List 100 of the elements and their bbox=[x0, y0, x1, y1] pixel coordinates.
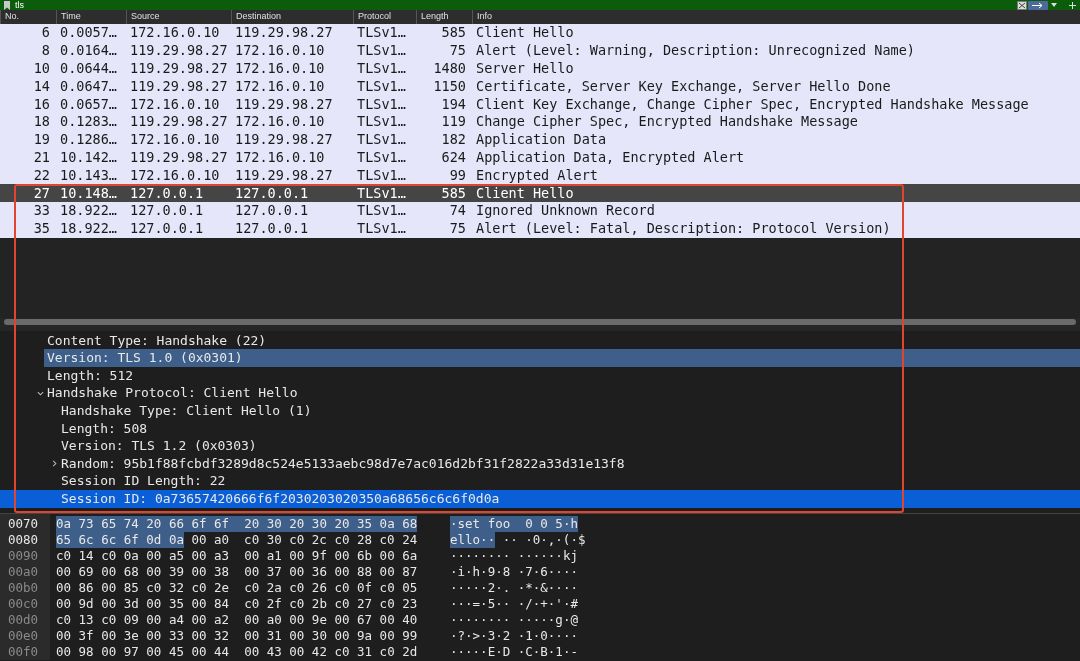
detail-tree-item[interactable]: Handshake Protocol: Client Hello bbox=[0, 384, 1080, 402]
table-cell-text: 18 bbox=[32, 113, 51, 131]
field-text: Handshake Protocol: Client Hello bbox=[47, 384, 298, 403]
detail-tree-item[interactable]: Handshake Type: Client Hello (1) bbox=[0, 401, 1080, 420]
table-cell-text: Application Data, Encrypted Alert bbox=[475, 148, 746, 166]
table-cell-text: 172.16.0.10 bbox=[129, 131, 221, 149]
table-cell-text: 10.142… bbox=[59, 148, 118, 166]
table-cell-text: 119.29.98.27 bbox=[234, 166, 334, 184]
table-cell-text: 585 bbox=[440, 24, 467, 42]
hex-bytes: 00 a0 c0 30 c0 2c c0 28 c0 24 bbox=[191, 531, 418, 548]
byte-offset: 00f0 bbox=[8, 643, 40, 660]
detail-tree-item[interactable]: Random: 95b1f88fcbdf3289d8c524e5133aebc98d7e7ac016d2bf31f2822a33d31e13f8 bbox=[0, 454, 1080, 473]
byte-offset: 00a0 bbox=[8, 563, 40, 580]
ascii-bytes: ·····E·D ·C·B·1·- bbox=[450, 643, 578, 660]
table-cell-text: 172.16.0.10 bbox=[129, 166, 221, 184]
table-cell-text: 8 bbox=[40, 42, 51, 60]
table-cell-text: Encrypted Alert bbox=[475, 166, 599, 184]
table-cell-text: 1480 bbox=[432, 60, 467, 77]
table-cell-text: 127.0.0.1 bbox=[234, 220, 310, 238]
table-cell-text: 10.143… bbox=[59, 166, 118, 184]
table-cell-text: 624 bbox=[440, 148, 467, 166]
table-cell-text: 74 bbox=[448, 202, 467, 220]
column-header[interactable]: Source bbox=[126, 10, 231, 24]
table-cell-text: 21 bbox=[32, 148, 51, 166]
table-cell-text: 18.922… bbox=[59, 202, 118, 220]
display-filter-field[interactable]: tls bbox=[0, 0, 1080, 10]
table-cell-text: 119.29.98.27 bbox=[129, 77, 229, 95]
table-cell-text: 0.0057… bbox=[59, 24, 118, 42]
table-cell-text: Alert (Level: Fatal, Description: Protocol Version) bbox=[475, 220, 892, 238]
detail-tree-item[interactable]: Content Type: Handshake (22) bbox=[0, 331, 1080, 350]
byte-offset: 00c0 bbox=[8, 595, 40, 612]
column-header[interactable]: Time bbox=[56, 10, 126, 24]
table-cell-text: 19 bbox=[32, 131, 51, 149]
packet-row[interactable]: 27 10.148… 127.0.0.1 127.0.0.1 TLSv1… 585 Client Hello bbox=[0, 184, 1080, 202]
byte-offset: 0080 bbox=[8, 531, 40, 548]
hex-bytes: c0 14 c0 0a 00 a5 00 a3 00 a1 00 9f 00 6b 00 6a bbox=[56, 547, 418, 564]
ascii-bytes: ·· ·0·,·(·$ bbox=[502, 531, 586, 548]
detail-tree-item[interactable]: Length: 512 bbox=[0, 366, 1080, 385]
detail-tree-item[interactable]: Version: TLS 1.0 (0x0301) bbox=[44, 349, 1080, 367]
table-cell-text: 119.29.98.27 bbox=[129, 42, 229, 60]
scrollbar[interactable] bbox=[4, 318, 1076, 325]
field-text: Version: TLS 1.2 (0x0303) bbox=[61, 437, 257, 456]
table-cell-text: Ignored Unknown Record bbox=[475, 202, 656, 220]
collapsed-caret-icon[interactable] bbox=[50, 460, 58, 467]
table-cell-text: 127.0.0.1 bbox=[234, 202, 310, 220]
table-cell-text: TLSv1… bbox=[356, 42, 407, 60]
detail-tree-item[interactable]: Session ID Length: 22 bbox=[0, 472, 1080, 490]
table-cell-text: TLSv1… bbox=[356, 220, 407, 238]
detail-tree-item[interactable]: Session ID: 0a73657420666f6f2030203020350a68656c6c6f0d0a bbox=[0, 489, 1080, 508]
add-icon[interactable] bbox=[1069, 1, 1076, 9]
clear-icon[interactable] bbox=[1017, 0, 1027, 10]
table-cell-text: 194 bbox=[440, 95, 467, 113]
table-cell-text: 10.148… bbox=[59, 184, 118, 202]
ascii-bytes: ········ ······kj bbox=[450, 547, 578, 564]
column-header[interactable]: Length bbox=[416, 10, 472, 24]
table-cell-text: 75 bbox=[448, 42, 467, 60]
table-cell-text: 172.16.0.10 bbox=[234, 113, 326, 131]
selected-hex-bytes: 0a 73 65 74 20 66 6f 6f 20 30 20 30 20 35 0a 68 bbox=[56, 515, 418, 532]
field-text: Session ID: 0a73657420666f6f2030203020350a68656c6c6f0d0a bbox=[61, 489, 500, 508]
byte-offset: 0090 bbox=[8, 547, 40, 564]
field-text: Session ID Length: 22 bbox=[61, 472, 226, 491]
detail-tree-item[interactable]: Length: 508 bbox=[0, 419, 1080, 438]
field-text: Version: TLS 1.0 (0x0301) bbox=[47, 349, 243, 368]
table-cell-text: 127.0.0.1 bbox=[129, 184, 205, 202]
table-cell-text: 172.16.0.10 bbox=[234, 42, 326, 60]
hex-bytes: 00 86 00 85 c0 32 c0 2e c0 2a c0 26 c0 0f c0 05 bbox=[56, 579, 418, 596]
field-text: Handshake Type: Client Hello (1) bbox=[61, 402, 312, 420]
dropdown-caret-icon[interactable] bbox=[1051, 3, 1057, 7]
field-text: Random: 95b1f88fcbdf3289d8c524e5133aebc98d7e7ac016d2bf31f2822a33d31e13f8 bbox=[61, 454, 625, 473]
selected-ascii-bytes: ·set foo 0 0 5·h bbox=[450, 515, 578, 532]
table-cell-text: 119.29.98.27 bbox=[234, 24, 334, 42]
table-cell-text: 6 bbox=[40, 24, 51, 42]
table-cell-text: 172.16.0.10 bbox=[129, 24, 221, 42]
table-cell-text: 99 bbox=[448, 166, 467, 184]
column-header[interactable]: Info bbox=[472, 10, 1080, 24]
table-cell-text: TLSv1… bbox=[356, 77, 407, 95]
table-cell-text: Client Hello bbox=[475, 24, 575, 42]
table-cell-text: 127.0.0.1 bbox=[129, 220, 205, 238]
column-header[interactable]: Destination bbox=[231, 10, 353, 24]
table-cell-text: Change Cipher Spec, Encrypted Handshake Message bbox=[475, 113, 859, 131]
table-cell-text: Client Key Exchange, Change Cipher Spec, Encrypted Handshake Message bbox=[475, 95, 1030, 113]
hex-bytes: 00 69 00 68 00 39 00 38 00 37 00 36 00 88 00 87 bbox=[56, 563, 418, 580]
column-header[interactable]: No. bbox=[0, 10, 56, 24]
hex-bytes: 00 98 00 97 00 45 00 44 00 43 00 42 c0 31 c0 2d bbox=[56, 643, 418, 660]
table-cell-text: Application Data bbox=[475, 131, 608, 149]
field-text: Content Type: Handshake (22) bbox=[47, 331, 267, 350]
bookmark-icon[interactable] bbox=[3, 0, 11, 10]
table-cell-text: 0.0647… bbox=[59, 77, 118, 95]
hex-bytes: 00 3f 00 3e 00 33 00 32 00 31 00 30 00 9a 00 99 bbox=[56, 627, 418, 644]
expanded-caret-icon[interactable] bbox=[36, 389, 44, 397]
table-cell-text: 75 bbox=[448, 220, 467, 238]
ascii-bytes: ·?·>·3·2 ·1·0···· bbox=[450, 627, 578, 644]
column-header[interactable]: Protocol bbox=[353, 10, 416, 24]
table-cell-text: 172.16.0.10 bbox=[234, 60, 326, 77]
ascii-bytes: ········ ·····g·@ bbox=[450, 611, 578, 628]
field-text: Length: 508 bbox=[61, 419, 148, 438]
table-cell-text: 0.1286… bbox=[59, 131, 118, 149]
hex-bytes: 00 9d 00 3d 00 35 00 84 c0 2f c0 2b c0 27 c0 23 bbox=[56, 595, 418, 612]
ascii-bytes: ···=·5·· ·/·+·'·# bbox=[450, 595, 578, 612]
detail-tree-item[interactable]: Version: TLS 1.2 (0x0303) bbox=[0, 437, 1080, 455]
